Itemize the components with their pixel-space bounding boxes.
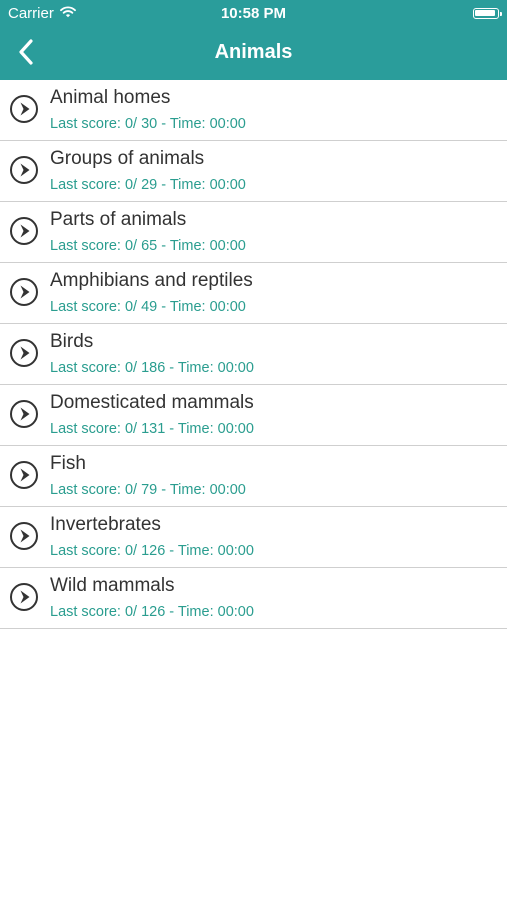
item-title: Fish <box>50 453 86 474</box>
item-score: Last score: 0/ 29 - Time: 00:00 <box>50 177 246 193</box>
battery-icon <box>473 8 502 19</box>
item-score: Last score: 0/ 131 - Time: 00:00 <box>50 421 254 437</box>
item-score: Last score: 0/ 30 - Time: 00:00 <box>50 116 246 132</box>
list-item[interactable]: Groups of animals Last score: 0/ 29 - Ti… <box>0 141 507 202</box>
status-bar: Carrier 10:58 PM <box>0 0 507 28</box>
list-item[interactable]: Invertebrates Last score: 0/ 126 - Time:… <box>0 507 507 568</box>
play-arrow-icon <box>9 521 39 551</box>
list-item[interactable]: Amphibians and reptiles Last score: 0/ 4… <box>0 263 507 324</box>
play-arrow-icon <box>9 155 39 185</box>
item-title: Wild mammals <box>50 575 175 596</box>
play-arrow-icon <box>9 582 39 612</box>
nav-bar: Animals <box>0 28 507 80</box>
item-score: Last score: 0/ 79 - Time: 00:00 <box>50 482 246 498</box>
status-time: 10:58 PM <box>220 5 287 22</box>
page-title: Animals <box>214 41 293 63</box>
list-item[interactable]: Domesticated mammals Last score: 0/ 131 … <box>0 385 507 446</box>
item-score: Last score: 0/ 126 - Time: 00:00 <box>50 604 254 620</box>
item-title: Birds <box>50 331 94 352</box>
play-arrow-icon <box>9 216 39 246</box>
item-score: Last score: 0/ 65 - Time: 00:00 <box>50 238 246 254</box>
play-arrow-icon <box>9 460 39 490</box>
item-title: Domesticated mammals <box>50 392 254 413</box>
item-title: Parts of animals <box>50 209 187 230</box>
list-item[interactable]: Parts of animals Last score: 0/ 65 - Tim… <box>0 202 507 263</box>
item-score: Last score: 0/ 186 - Time: 00:00 <box>50 360 254 376</box>
list-item[interactable]: Birds Last score: 0/ 186 - Time: 00:00 <box>0 324 507 385</box>
item-title: Amphibians and reptiles <box>50 270 253 291</box>
item-title: Groups of animals <box>50 148 205 169</box>
list-item[interactable]: Wild mammals Last score: 0/ 126 - Time: … <box>0 568 507 629</box>
header: Carrier 10:58 PM Animals <box>0 0 507 80</box>
item-score: Last score: 0/ 49 - Time: 00:00 <box>50 299 246 315</box>
item-title: Animal homes <box>50 87 171 108</box>
item-title: Invertebrates <box>50 514 161 535</box>
play-arrow-icon <box>9 399 39 429</box>
play-arrow-icon <box>9 338 39 368</box>
list-item[interactable]: Animal homes Last score: 0/ 30 - Time: 0… <box>0 80 507 141</box>
list-item[interactable]: Fish Last score: 0/ 79 - Time: 00:00 <box>0 446 507 507</box>
item-score: Last score: 0/ 126 - Time: 00:00 <box>50 543 254 559</box>
play-arrow-icon <box>9 94 39 124</box>
play-arrow-icon <box>9 277 39 307</box>
category-list: Animal homes Last score: 0/ 30 - Time: 0… <box>0 80 507 629</box>
